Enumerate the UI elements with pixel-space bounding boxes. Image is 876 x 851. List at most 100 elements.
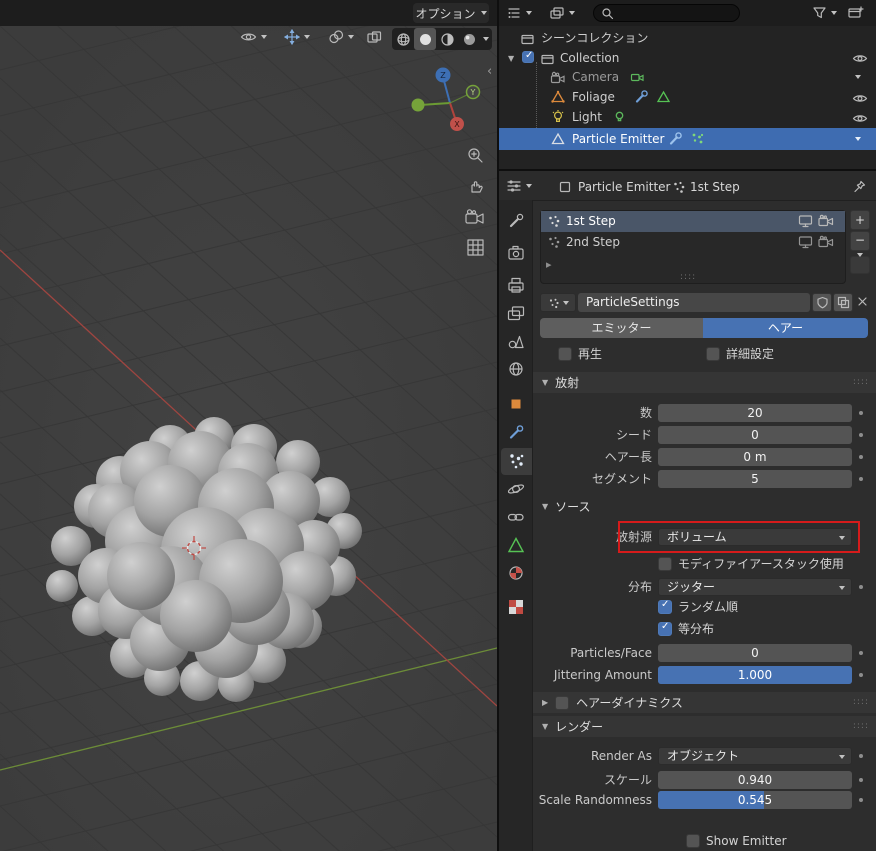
tab-view-layer[interactable] [503, 300, 529, 326]
camera-view-button[interactable] [465, 208, 487, 226]
tab-physics[interactable] [503, 476, 529, 502]
animate-dot[interactable] [859, 585, 863, 589]
emitter-row-chevron[interactable] [855, 137, 861, 141]
duplicate-button[interactable] [833, 293, 853, 312]
add-particle-system-button[interactable]: + [850, 210, 870, 230]
outliner-item-camera[interactable]: Camera [572, 67, 619, 87]
viewport-display-toggle-icon[interactable] [798, 214, 813, 228]
id-name-field[interactable]: ParticleSettings [578, 293, 810, 312]
tab-hair[interactable]: ヘアー [703, 318, 868, 338]
viewport-3d[interactable]: Z X Y オプション ‹ [0, 0, 497, 851]
seed-field[interactable]: 0 [658, 426, 852, 444]
animate-dot[interactable] [859, 798, 863, 802]
outliner-item-particle-emitter[interactable]: Particle Emitter [572, 129, 664, 149]
emit-from-dropdown[interactable]: ボリューム [658, 528, 852, 546]
animate-dot[interactable] [859, 673, 863, 677]
distribution-dropdown[interactable]: ジッター [658, 578, 852, 596]
scale-randomness-slider[interactable]: 0.545 [658, 791, 852, 809]
outliner-item-foliage[interactable]: Foliage [572, 87, 615, 107]
particle-specials-button[interactable] [850, 253, 870, 274]
particles-data-icon[interactable] [690, 131, 705, 146]
tab-material[interactable] [503, 560, 529, 586]
display-mode-button[interactable] [549, 5, 575, 21]
animate-dot[interactable] [859, 754, 863, 758]
panel-grip[interactable]: :::: [853, 716, 869, 737]
filter-button[interactable] [812, 5, 837, 20]
animate-dot[interactable] [859, 411, 863, 415]
navigation-gizmo[interactable]: Z X Y [410, 60, 494, 144]
animate-dot[interactable] [859, 477, 863, 481]
shading-dropdown[interactable] [480, 37, 492, 41]
editor-type-button[interactable] [506, 5, 532, 21]
tab-tool[interactable] [503, 209, 529, 235]
animate-dot[interactable] [859, 778, 863, 782]
shading-solid-button[interactable] [414, 28, 436, 50]
mesh-data-icon[interactable] [656, 89, 671, 104]
collection-checkbox[interactable] [522, 50, 534, 63]
advanced-checkbox[interactable] [706, 347, 720, 361]
light-data-icon[interactable] [612, 109, 627, 124]
tab-particles-selected[interactable] [501, 448, 532, 475]
tab-constraints[interactable] [503, 504, 529, 530]
new-collection-button[interactable] [847, 4, 864, 21]
animate-dot[interactable] [859, 455, 863, 459]
animate-dot[interactable] [859, 651, 863, 655]
shading-rendered-button[interactable] [458, 32, 480, 47]
shading-wireframe-button[interactable] [392, 32, 414, 47]
panel-header-render[interactable]: ▼ レンダー :::: [533, 716, 876, 737]
tab-texture[interactable] [503, 594, 529, 620]
render-as-dropdown[interactable]: オブジェクト [658, 747, 852, 765]
tab-render[interactable] [503, 240, 529, 266]
outliner-search-input[interactable] [593, 4, 740, 22]
use-modifier-stack-checkbox[interactable] [658, 557, 672, 571]
sidebar-collapse-arrow[interactable]: ‹ [487, 64, 492, 79]
hide-viewport-eye-icon[interactable] [852, 51, 868, 66]
remove-particle-system-button[interactable]: − [850, 231, 870, 251]
xray-toggle[interactable] [366, 29, 383, 45]
subpanel-header-source[interactable]: ▼ ソース [542, 498, 591, 515]
tab-object-data[interactable] [503, 532, 529, 558]
list-resize-grip[interactable]: :::: [680, 272, 696, 282]
orthographic-toggle[interactable] [466, 238, 486, 258]
hair-dynamics-checkbox[interactable] [555, 695, 570, 710]
id-type-dropdown[interactable] [540, 293, 576, 312]
regrow-checkbox[interactable] [558, 347, 572, 361]
outliner-item-scene-collection[interactable]: シーンコレクション [541, 28, 648, 48]
particles-face-field[interactable]: 0 [658, 644, 852, 662]
pan-tool[interactable] [466, 176, 486, 196]
panel-grip[interactable]: :::: [853, 692, 869, 713]
fake-user-button[interactable] [812, 293, 832, 312]
panel-header-emission[interactable]: ▼ 放射 :::: [533, 372, 876, 393]
show-emitter-checkbox[interactable] [686, 834, 700, 848]
particle-system-name[interactable]: 2nd Step [566, 235, 620, 249]
tab-emitter[interactable]: エミッター [540, 318, 703, 338]
modifier-wrench-icon[interactable] [668, 131, 683, 146]
disclosure-triangle[interactable]: ▼ [508, 54, 514, 63]
random-order-checkbox[interactable] [658, 599, 672, 614]
render-toggle-camera-icon[interactable] [818, 214, 835, 228]
breadcrumb-object[interactable]: Particle Emitter [578, 180, 670, 194]
gizmos-dropdown[interactable] [284, 29, 310, 45]
modifier-wrench-icon[interactable] [634, 89, 649, 104]
unlink-button[interactable] [856, 295, 869, 308]
tab-modifiers[interactable] [503, 420, 529, 446]
camera-row-chevron[interactable] [855, 75, 861, 79]
breadcrumb-system[interactable]: 1st Step [690, 180, 740, 194]
shading-material-button[interactable] [436, 32, 458, 47]
outliner-item-collection[interactable]: Collection [560, 48, 619, 68]
zoom-tool[interactable] [466, 146, 486, 166]
number-field[interactable]: 20 [658, 404, 852, 422]
panel-header-hair-dynamics[interactable]: ▶ ヘアーダイナミクス :::: [533, 692, 876, 713]
even-distribution-checkbox[interactable] [658, 621, 672, 636]
scale-field[interactable]: 0.940 [658, 771, 852, 789]
hide-viewport-eye-icon[interactable] [852, 91, 868, 106]
hair-length-field[interactable]: 0 m [658, 448, 852, 466]
jittering-amount-slider[interactable]: 1.000 [658, 666, 852, 684]
render-toggle-camera-icon[interactable] [818, 235, 835, 249]
camera-data-icon[interactable] [630, 69, 645, 84]
list-expander[interactable]: ▸ [546, 258, 552, 271]
particle-system-name[interactable]: 1st Step [566, 214, 616, 228]
hide-viewport-eye-icon[interactable] [852, 111, 868, 126]
tab-object[interactable] [503, 391, 529, 417]
options-dropdown[interactable]: オプション [413, 3, 489, 23]
